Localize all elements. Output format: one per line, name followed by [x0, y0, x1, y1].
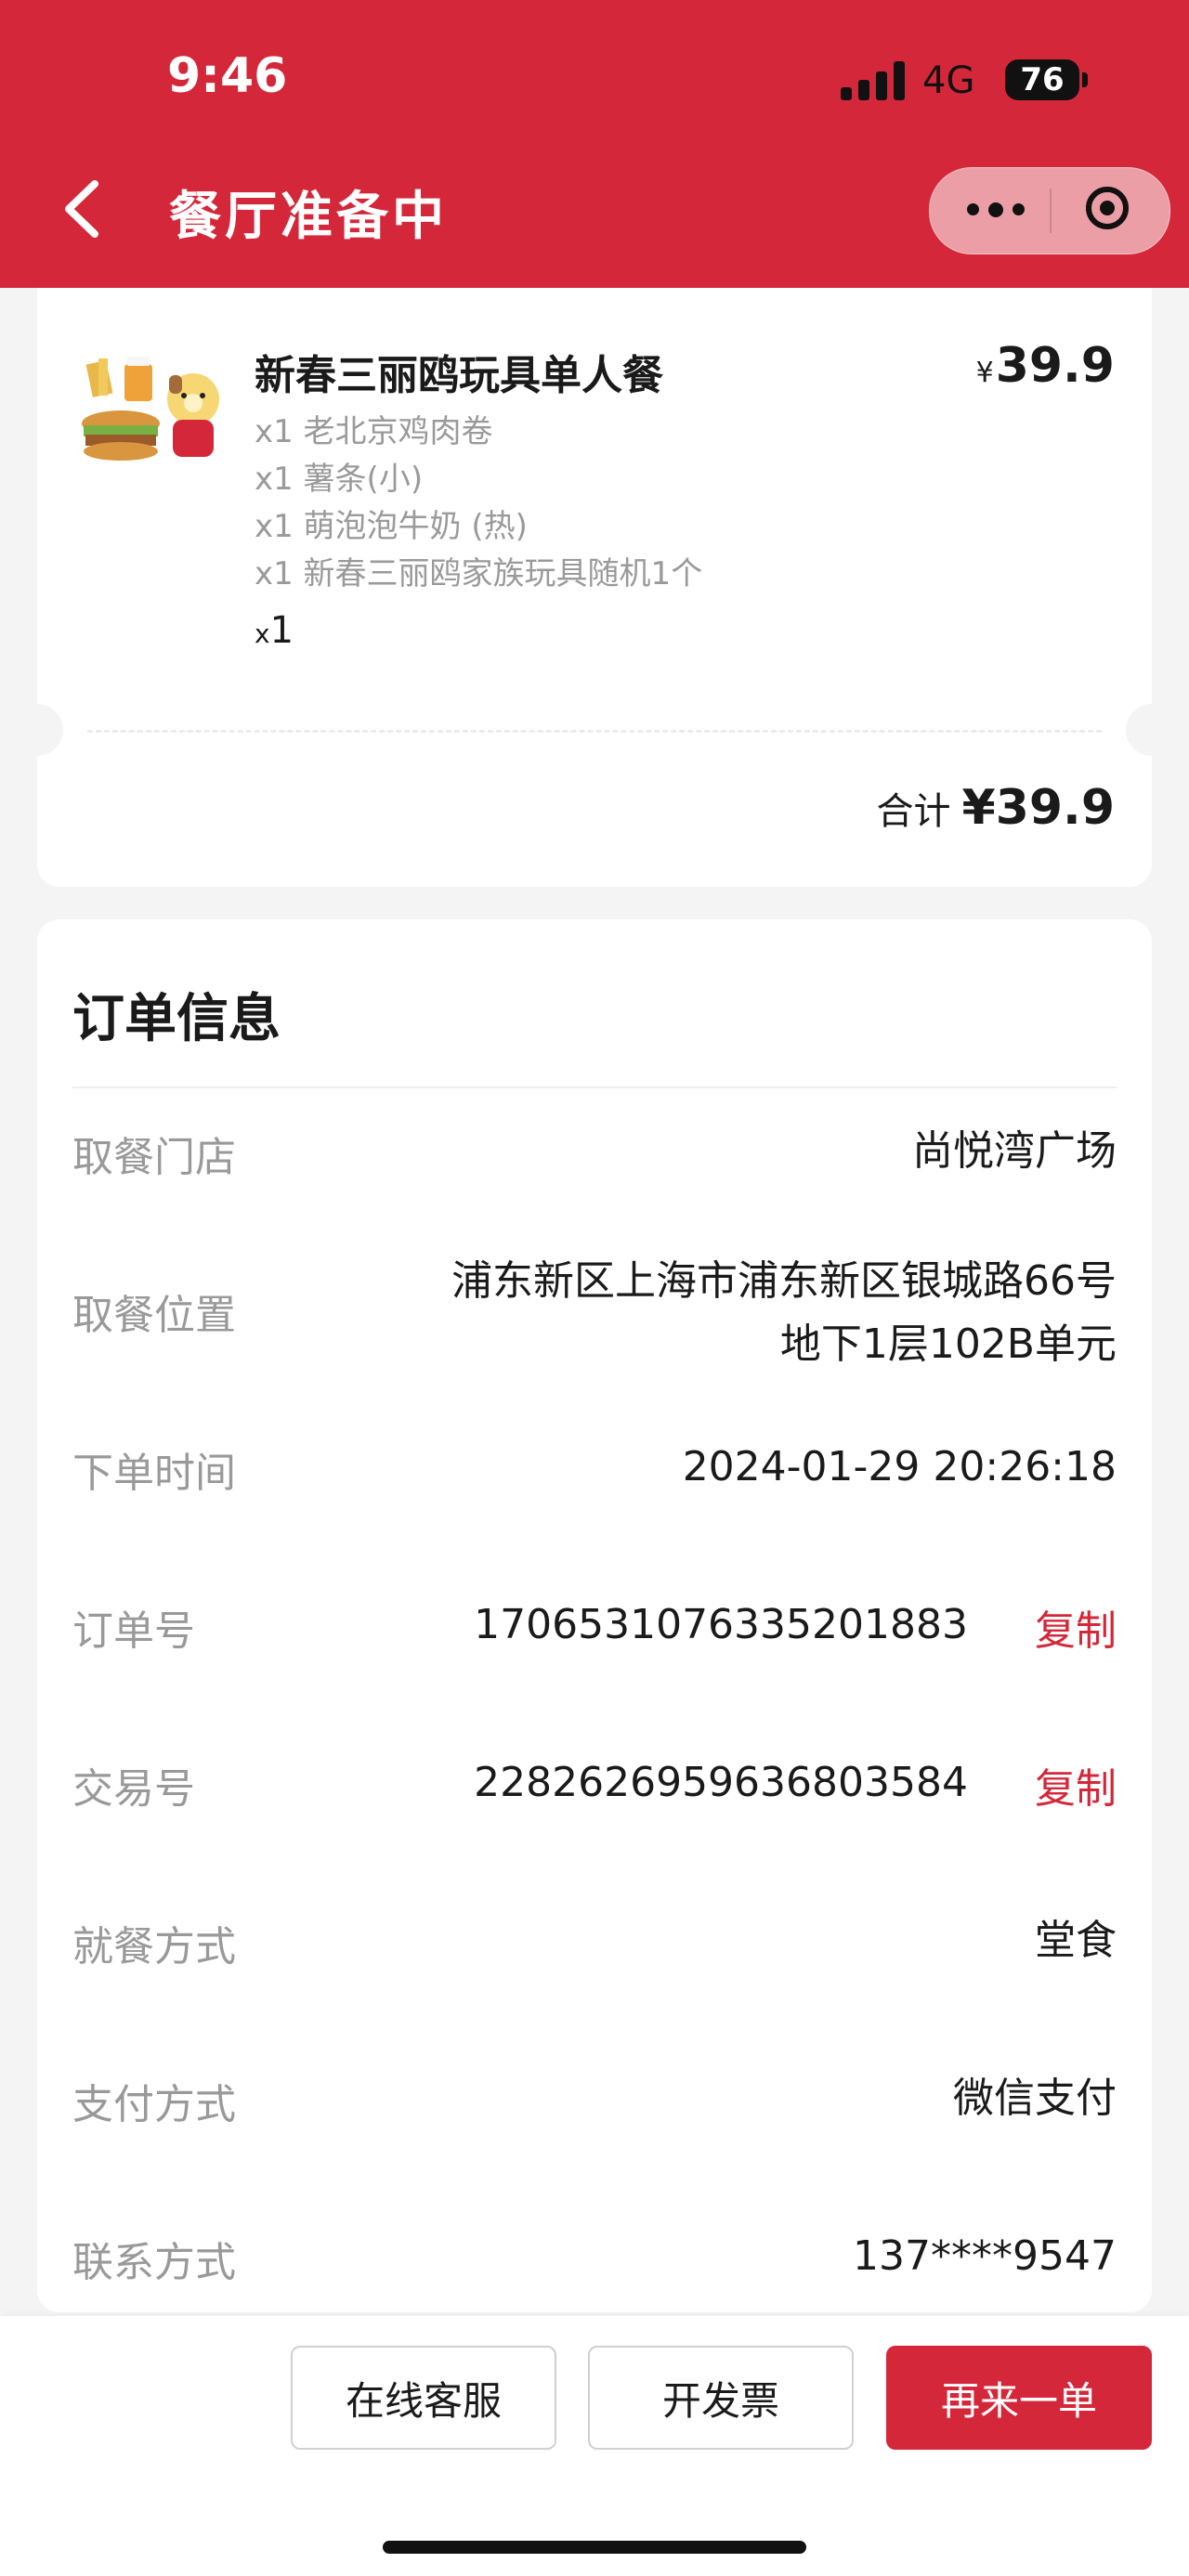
info-row-contact: 联系方式 137****9547 [72, 2229, 1117, 2286]
meal-image [82, 357, 219, 461]
copy-order-number-button[interactable]: 复制 [1035, 1597, 1117, 1657]
location-line-1: 浦东新区上海市浦东新区银城路66号 [451, 1257, 1117, 1305]
close-target-icon[interactable] [1086, 187, 1129, 229]
home-indicator [383, 2541, 806, 2554]
back-arrow-icon[interactable] [61, 178, 102, 240]
info-row-payment-method: 支付方式 微信支付 [72, 2071, 1117, 2128]
online-service-button[interactable]: 在线客服 [291, 2346, 556, 2450]
title-divider [72, 1086, 1117, 1088]
row-label: 就餐方式 [72, 1923, 236, 1971]
battery-icon: 76 [1005, 59, 1079, 100]
meal-sub-items: x1 老北京鸡肉卷 x1 薯条(小) x1 萌泡泡牛奶 (热) x1 新春三丽鸥… [255, 409, 702, 598]
copy-transaction-number-button[interactable]: 复制 [1035, 1755, 1117, 1815]
capsule-divider [1050, 189, 1052, 233]
ticket-notch-right [1126, 704, 1178, 756]
info-row-store: 取餐门店 尚悦湾广场 [72, 1124, 1117, 1181]
meal-price: ¥39.9 [976, 338, 1115, 394]
price-currency: ¥ [975, 357, 994, 389]
transaction-number: 2282626959636803584 [474, 1759, 968, 1806]
info-row-dining-mode: 就餐方式 堂食 [72, 1913, 1117, 1971]
invoice-button[interactable]: 开发票 [588, 2346, 854, 2450]
sub-item: x1 萌泡泡牛奶 (热) [255, 508, 528, 545]
location-line-1-row: 浦东新区上海市浦东新区银城路66号 [72, 1254, 1117, 1309]
signal-icon [841, 61, 906, 100]
row-label: 下单时间 [72, 1450, 236, 1497]
row-label: 订单号 [72, 1607, 195, 1655]
top-header: 9:46 4G 76 餐厅准备中 [0, 0, 1189, 288]
sub-item: x1 薯条(小) [255, 461, 424, 498]
row-label: 取餐门店 [72, 1134, 236, 1181]
sub-item: x1 老北京鸡肉卷 [255, 413, 493, 450]
info-row-order-number: 订单号 1706531076335201883 复制 [72, 1597, 1117, 1655]
meal-quantity: x1 [255, 609, 294, 652]
dashed-divider [87, 730, 1102, 733]
total-value: ¥39.9 [961, 780, 1115, 836]
order-number: 1706531076335201883 [474, 1601, 968, 1648]
bottom-action-bar: 在线客服 开发票 再来一单 [0, 2316, 1189, 2576]
price-value: 39.9 [995, 338, 1115, 394]
network-type: 4G [922, 59, 975, 102]
location-line-2-row: 地下1层102B单元 [72, 1317, 1117, 1373]
reorder-button[interactable]: 再来一单 [886, 2346, 1152, 2450]
qty-prefix: x [255, 618, 270, 649]
meal-name: 新春三丽鸥玩具单人餐 [255, 352, 663, 399]
order-info-title: 订单信息 [72, 989, 281, 1049]
qty-value: 1 [269, 609, 294, 652]
sub-item: x1 新春三丽鸥家族玩具随机1个 [255, 555, 703, 592]
status-time: 9:46 [167, 48, 288, 104]
info-row-order-time: 下单时间 2024-01-29 20:26:18 [72, 1439, 1117, 1497]
ticket-notch-left [11, 704, 63, 756]
total-label: 合计 [876, 790, 951, 833]
contact-phone: 137****9547 [853, 2232, 1117, 2280]
payment-method: 微信支付 [953, 2075, 1117, 2122]
battery-tip [1082, 72, 1088, 87]
order-total: 合计 ¥39.9 [877, 780, 1115, 836]
location-line-2: 地下1层102B单元 [779, 1321, 1117, 1368]
more-icon[interactable] [967, 202, 1025, 217]
store-name: 尚悦湾广场 [912, 1127, 1117, 1175]
page-title: 餐厅准备中 [169, 187, 448, 247]
info-row-transaction-number: 交易号 2282626959636803584 复制 [72, 1755, 1117, 1813]
dining-mode: 堂食 [1035, 1917, 1117, 1964]
order-item-card: 新春三丽鸥玩具单人餐 ¥39.9 x1 老北京鸡肉卷 x1 薯条(小) x1 萌… [11, 288, 1178, 887]
row-label: 支付方式 [72, 2081, 236, 2128]
row-label: 交易号 [72, 1765, 195, 1813]
order-time: 2024-01-29 20:26:18 [682, 1443, 1117, 1490]
order-info-card: 订单信息 取餐门店 尚悦湾广场 取餐位置 浦东新区上海市浦东新区银城路66号 地… [37, 919, 1152, 2312]
mini-program-capsule [929, 167, 1170, 254]
row-label: 联系方式 [72, 2239, 236, 2286]
